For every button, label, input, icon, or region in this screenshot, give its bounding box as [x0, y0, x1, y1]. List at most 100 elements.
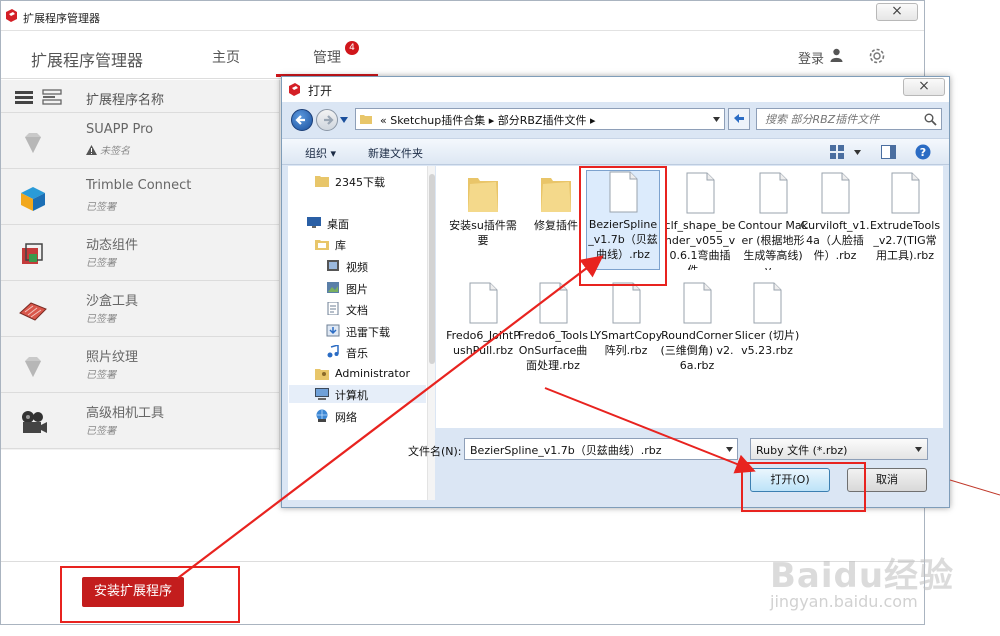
filetype-value: Ruby 文件 (*.rbz) — [756, 444, 848, 457]
detail-view-icon[interactable] — [42, 89, 62, 105]
history-dropdown-icon[interactable] — [340, 117, 348, 123]
warning-icon — [86, 145, 97, 155]
document-icon — [327, 302, 339, 315]
folder-icon — [468, 178, 498, 212]
sketchup-logo-icon — [289, 83, 300, 96]
open-file-dialog: 打开 × « Sketchup插件合集 ▸ 部分RBZ插件文件 ▸ 组织 ▾ 新… — [281, 76, 950, 508]
organize-menu[interactable]: 组织 ▾ — [305, 145, 336, 161]
file-item[interactable]: LYSmartCopy阵列.rbz — [589, 282, 663, 382]
login-link[interactable]: 登录 — [798, 48, 824, 67]
nav-item-label: 库 — [335, 239, 346, 252]
computer-icon — [315, 388, 329, 400]
em-close-button[interactable]: × — [876, 3, 918, 21]
nav-item-label: 视频 — [346, 261, 368, 274]
em-brand: 扩展程序管理器 — [31, 51, 144, 70]
file-name: Curviloft_v1.4a（人脸插件）.rbz — [800, 219, 870, 262]
preview-pane-icon[interactable] — [881, 145, 896, 159]
gem-icon — [25, 357, 41, 377]
extension-status: 已签署 — [86, 426, 116, 437]
baidu-watermark: Baidu经验 — [770, 556, 955, 596]
file-item[interactable]: ExtrudeTools_v2.7(TIG常用工具).rbz — [868, 172, 942, 270]
arrow-right-icon — [324, 115, 334, 125]
list-header: 扩展程序名称 — [1, 80, 279, 113]
chevron-down-icon[interactable] — [854, 150, 861, 155]
file-item[interactable]: Curviloft_v1.4a（人脸插件）.rbz — [798, 172, 872, 270]
em-window-title: 扩展程序管理器 — [23, 12, 100, 25]
file-item[interactable]: Fredo6_ToolsOnSurface曲面处理.rbz — [516, 282, 590, 382]
file-item[interactable]: Slicer (切片) v5.23.rbz — [730, 282, 804, 382]
nav-item-label: 网络 — [335, 411, 357, 424]
extension-status-text: 未签名 — [100, 146, 130, 157]
file-name: 安装su插件需要 — [449, 219, 517, 247]
list-view-icon[interactable] — [14, 89, 34, 105]
filetype-select[interactable]: Ruby 文件 (*.rbz) — [750, 438, 928, 460]
extension-row[interactable]: 动态组件 已签署 — [1, 225, 279, 281]
dialog-title: 打开 — [308, 84, 333, 98]
close-icon: × — [891, 3, 903, 19]
picture-icon — [327, 282, 339, 293]
file-item[interactable]: Fredo6_JointPushPull.rbz — [446, 282, 520, 382]
em-titlebar: 扩展程序管理器 × — [1, 1, 924, 31]
view-options-icon[interactable] — [830, 145, 845, 159]
search-input[interactable] — [757, 109, 917, 129]
file-icon — [469, 282, 498, 324]
extension-row[interactable]: Trimble Connect 已签署 — [1, 169, 279, 225]
tab-home[interactable]: 主页 — [212, 47, 240, 67]
gear-icon[interactable] — [867, 46, 887, 66]
folder-icon — [315, 176, 329, 187]
forward-button[interactable] — [316, 109, 338, 131]
watermark-url: jingyan.baidu.com — [770, 592, 918, 611]
search-icon[interactable] — [924, 113, 937, 126]
file-icon — [612, 282, 641, 324]
chevron-down-icon[interactable] — [726, 447, 733, 452]
close-icon: × — [918, 78, 930, 94]
file-name: LYSmartCopy阵列.rbz — [589, 329, 663, 357]
extension-row[interactable]: SUAPP Pro 未签名 — [1, 113, 279, 169]
files-pane: 安装su插件需要 修复插件 BezierSpline_v1.7b（贝兹曲线）.r… — [436, 166, 943, 428]
file-item[interactable]: clf_shape_bender_v055_v0.6.1弯曲插件.... — [663, 172, 737, 270]
nav-item-label: 图片 — [346, 283, 368, 296]
extension-status: 已签署 — [86, 258, 116, 269]
extension-status: 已签署 — [86, 202, 116, 213]
sandbox-tools-icon — [19, 302, 47, 321]
trimble-connect-icon — [21, 187, 45, 211]
folder-item[interactable]: 安装su插件需要 — [446, 172, 520, 248]
filename-input[interactable]: BezierSpline_v1.7b（贝兹曲线）.rbz — [464, 438, 738, 460]
extension-name: 沙盒工具 — [86, 294, 139, 309]
dialog-close-button[interactable]: × — [903, 78, 945, 96]
extension-row[interactable]: 高级相机工具 已签署 — [1, 393, 279, 449]
network-icon — [316, 409, 328, 422]
dialog-navbar: « Sketchup插件合集 ▸ 部分RBZ插件文件 ▸ — [282, 104, 949, 136]
back-button[interactable] — [291, 109, 313, 131]
scrollbar-thumb[interactable] — [429, 174, 435, 364]
manage-count-badge: 4 — [345, 41, 359, 55]
nav-item-label: 2345下载 — [335, 176, 385, 189]
chevron-down-icon[interactable] — [713, 117, 720, 122]
chevron-down-icon — [915, 447, 922, 452]
extension-row[interactable]: 沙盒工具 已签署 — [1, 281, 279, 337]
file-icon — [753, 282, 782, 324]
user-icon[interactable] — [830, 48, 843, 62]
new-folder-button[interactable]: 新建文件夹 — [368, 145, 423, 161]
nav-item-label: 迅雷下载 — [346, 326, 390, 339]
extension-name: 照片纹理 — [86, 350, 139, 365]
search-box[interactable] — [756, 108, 942, 130]
annotation-box-install — [60, 566, 240, 623]
file-name: Fredo6_JointPushPull.rbz — [446, 329, 520, 357]
filename-label: 文件名(N): — [408, 445, 462, 458]
desktop-icon — [307, 217, 321, 228]
file-name: RoundCorner(三维倒角) v2.6a.rbz — [660, 329, 734, 372]
extension-name: 动态组件 — [86, 238, 139, 253]
tab-manage[interactable]: 管理 — [313, 47, 341, 67]
help-icon[interactable]: ? — [915, 144, 931, 160]
extension-row[interactable]: 照片纹理 已签署 — [1, 337, 279, 393]
file-icon — [683, 282, 712, 324]
file-icon — [821, 172, 850, 214]
file-icon — [891, 172, 920, 214]
file-item[interactable]: RoundCorner(三维倒角) v2.6a.rbz — [660, 282, 734, 382]
extension-status: 已签署 — [86, 370, 116, 381]
address-bar[interactable]: « Sketchup插件合集 ▸ 部分RBZ插件文件 ▸ — [355, 108, 725, 130]
file-name: Fredo6_ToolsOnSurface曲面处理.rbz — [518, 329, 588, 372]
nav-item-computer[interactable]: 计算机 — [289, 385, 426, 403]
refresh-button[interactable] — [728, 108, 750, 130]
